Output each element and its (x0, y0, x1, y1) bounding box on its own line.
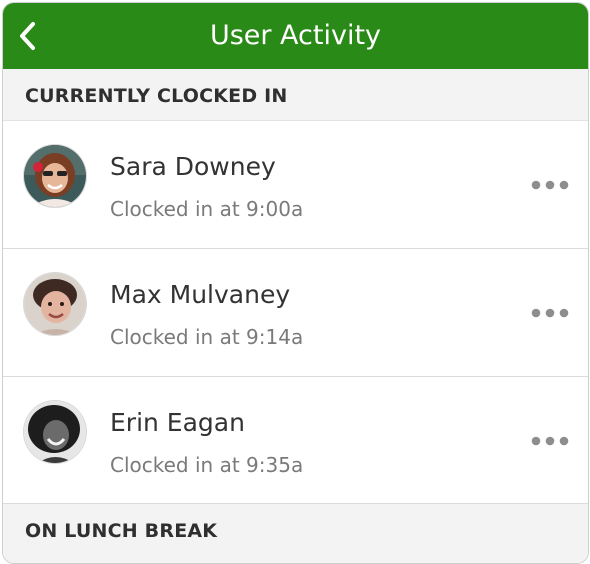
user-name: Max Mulvaney (110, 280, 291, 309)
clock-in-status: Clocked in at 9:14a (110, 325, 304, 349)
back-button[interactable] (11, 12, 55, 60)
user-name: Erin Eagan (110, 408, 245, 437)
section-header-clocked-in: CURRENTLY CLOCKED IN (3, 69, 588, 121)
clock-in-status: Clocked in at 9:35a (110, 453, 304, 477)
user-row[interactable]: Erin Eagan Clocked in at 9:35a (3, 377, 588, 505)
user-row[interactable]: Max Mulvaney Clocked in at 9:14a (3, 249, 588, 377)
page-title: User Activity (209, 20, 382, 51)
avatar (24, 145, 86, 207)
more-options-button[interactable] (526, 299, 574, 327)
user-row[interactable]: Sara Downey Clocked in at 9:00a (3, 121, 588, 249)
clock-in-status: Clocked in at 9:00a (110, 197, 304, 221)
more-options-button[interactable] (526, 171, 574, 199)
avatar (24, 273, 86, 335)
avatar (24, 401, 86, 463)
chevron-left-icon (20, 22, 35, 50)
more-options-button[interactable] (526, 427, 574, 455)
more-horizontal-icon (531, 308, 569, 318)
user-name: Sara Downey (110, 152, 276, 181)
top-app-bar: User Activity (3, 3, 588, 69)
more-horizontal-icon (531, 436, 569, 446)
more-horizontal-icon (531, 180, 569, 190)
section-header-lunch-break: ON LUNCH BREAK (3, 503, 588, 563)
user-activity-screen: User Activity CURRENTLY CLOCKED IN Sara … (2, 2, 589, 564)
